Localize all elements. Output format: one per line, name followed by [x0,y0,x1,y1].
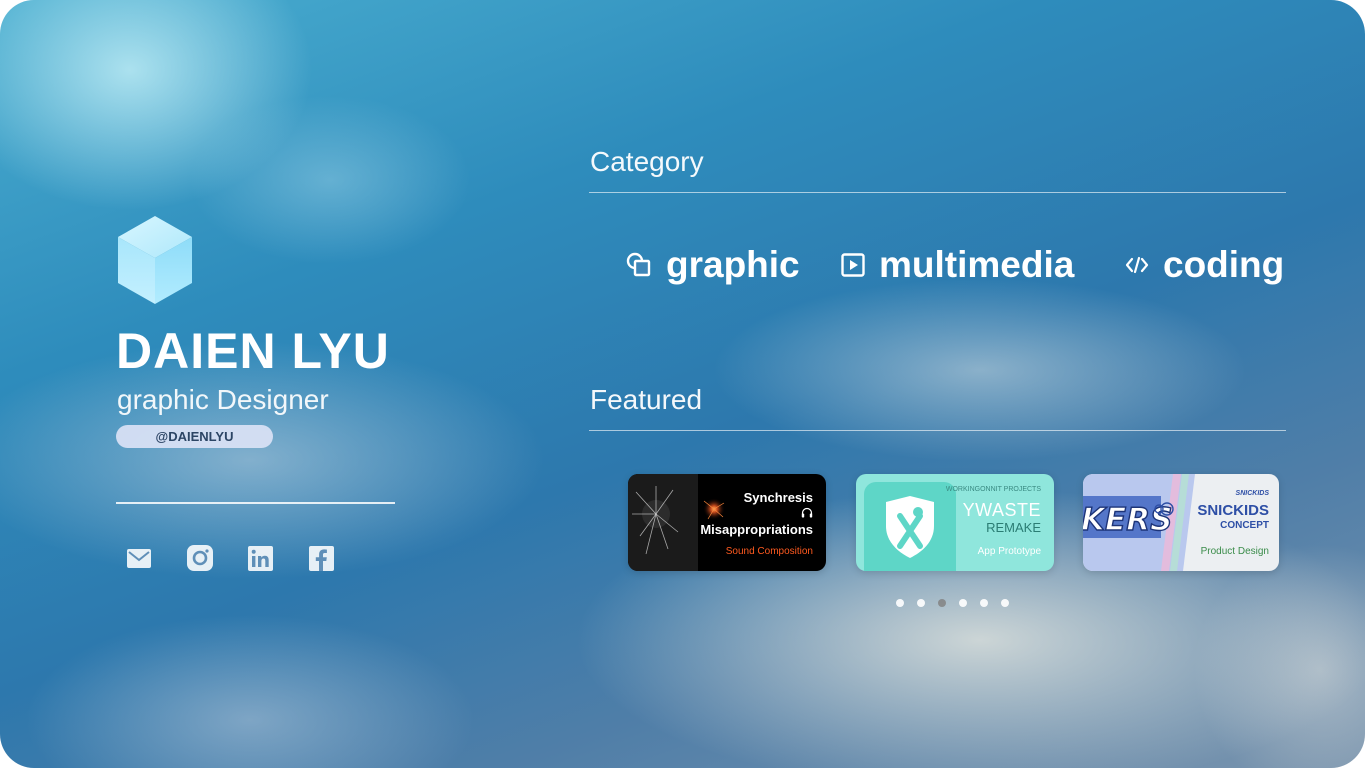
play-icon [841,253,865,277]
pagination-dot[interactable] [917,599,925,607]
featured-card-ywaste[interactable]: WORKINGONNIT PROJECTS YWASTE REMAKE App … [856,474,1054,571]
card-synchresis-title-line2: Misappropriations [700,522,813,537]
card-snickids-subtitle: Product Design [1200,546,1269,557]
card-snickids-brand: SNICKIDS [1235,490,1269,497]
headphones-icon [801,507,813,518]
category-divider [589,192,1286,193]
category-coding-label: coding [1163,244,1285,285]
shapes-icon [626,252,651,277]
card-snickids-title-line1: SNICKIDS [1197,502,1269,519]
category-coding[interactable]: coding [1125,240,1284,290]
card-ywaste-title-line1: YWASTE [962,500,1041,520]
mail-icon[interactable] [125,544,153,572]
card-snickids-title-line2: CONCEPT [1220,520,1269,531]
ywaste-shield-icon [886,496,934,558]
pagination-dot[interactable] [896,599,904,607]
featured-divider [589,430,1286,431]
profile-role: graphic Designer [117,384,329,415]
instagram-icon[interactable] [186,544,214,572]
card-ywaste-kicker: WORKINGONNIT PROJECTS [945,486,1041,493]
pagination-dot[interactable] [980,599,988,607]
logo-cube-icon [118,216,192,304]
card-ywaste-subtitle: App Prototype [977,546,1041,557]
featured-pagination [896,599,1009,607]
facebook-icon[interactable] [307,544,335,572]
card-ywaste-title-line2: REMAKE [986,520,1041,535]
pagination-dot[interactable] [959,599,967,607]
snickids-art-text: KERS [1083,502,1172,538]
featured-card-synchresis[interactable]: Synchresis Misappropriations Sound Compo… [628,474,826,571]
code-icon [1125,256,1149,274]
linkedin-icon[interactable] [246,544,274,572]
card-synchresis-title-line1: Synchresis [743,490,813,505]
pagination-dot-active[interactable] [938,599,946,607]
category-multimedia-label: multimedia [879,244,1075,285]
profile-divider [116,502,395,504]
pagination-dot[interactable] [1001,599,1009,607]
profile-name: DAIEN LYU [116,323,390,379]
category-title: Category [590,146,704,177]
featured-card-snickids[interactable]: KERS SNICKIDS SNICKIDS CONCEPT Product D… [1083,474,1279,571]
card-synchresis-subtitle: Sound Composition [725,546,813,557]
portfolio-page: DAIEN LYU graphic Designer @DAIENLYU Cat… [0,0,1365,768]
category-multimedia[interactable]: multimedia [841,240,1074,290]
featured-title: Featured [590,384,703,415]
category-graphic[interactable]: graphic [626,240,800,290]
category-graphic-label: graphic [666,244,800,285]
profile-handle-badge[interactable]: @DAIENLYU [116,425,273,448]
